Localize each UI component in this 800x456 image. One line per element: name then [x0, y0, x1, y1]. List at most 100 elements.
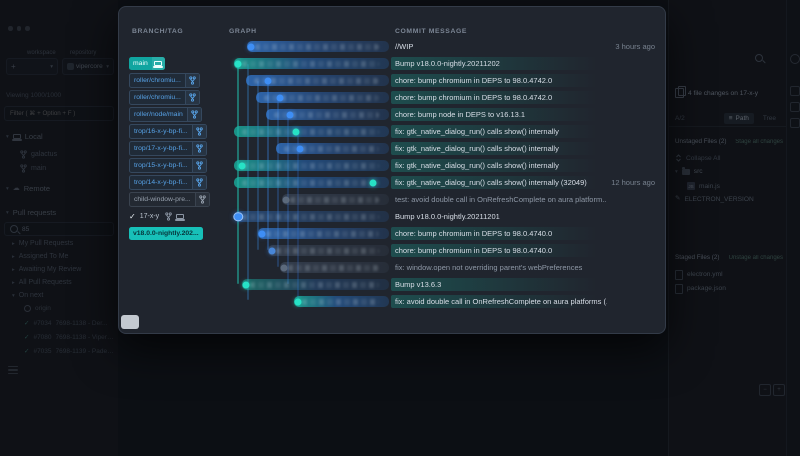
commit-row[interactable]: //WIP 3 hours ago: [119, 38, 665, 55]
commit-message[interactable]: fix: window.open not overriding parent's…: [395, 263, 582, 272]
graph-bar: [234, 160, 389, 171]
graph-bar: [268, 245, 389, 256]
branch-pill-main[interactable]: main: [129, 57, 165, 70]
commit-row[interactable]: trop/16-x-y-bp-fi... fix: gtk_native_dia…: [119, 123, 665, 140]
commit-dot[interactable]: [294, 298, 302, 305]
commit-message[interactable]: Bump v18.0.0-nightly.20211202: [395, 59, 500, 68]
commit-row[interactable]: fix: avoid double call in OnRefreshCompl…: [119, 293, 665, 310]
branch-pill[interactable]: trop/17-x-y-bp-fi...: [129, 141, 207, 156]
commit-row[interactable]: roller/node/main chore: bump node in DEP…: [119, 106, 665, 123]
column-graph: GRAPH: [229, 28, 257, 35]
commit-row[interactable]: fix: window.open not overriding parent's…: [119, 259, 665, 276]
laptop-icon: [175, 213, 186, 221]
graph-bar: [247, 41, 389, 52]
commit-message[interactable]: fix: gtk_native_dialog_run() calls show(…: [395, 161, 559, 170]
branch-icon: [189, 93, 196, 102]
graph-cell: [219, 174, 391, 191]
graph-bar: [280, 262, 389, 273]
commit-message[interactable]: chore: bump chromium in DEPS to 98.0.474…: [395, 76, 552, 85]
commit-time: 12 hours ago: [611, 178, 655, 187]
commit-message[interactable]: chore: bump chromium in DEPS to 98.0.474…: [395, 246, 552, 255]
tag-pill[interactable]: v18.0.0-nightly.202...: [129, 227, 203, 240]
commit-row[interactable]: child-window-pre... test: avoid double c…: [119, 191, 665, 208]
branch-pill[interactable]: roller/chromiu...: [129, 73, 200, 88]
commit-message[interactable]: Bump v13.6.3: [395, 280, 441, 289]
branch-icon: [195, 127, 203, 136]
commit-dot[interactable]: [258, 230, 266, 237]
commit-message[interactable]: chore: bump chromium in DEPS to 98.0.474…: [395, 93, 552, 102]
graph-bar: [276, 143, 389, 154]
graph-cell: [219, 123, 391, 140]
graph-cell: [219, 72, 391, 89]
commit-time: 3 hours ago: [615, 42, 655, 51]
commit-row[interactable]: trop/17-x-y-bp-fi... fix: gtk_native_dia…: [119, 140, 665, 157]
column-branch-tag: BRANCH/TAG: [132, 28, 184, 35]
branch-pill[interactable]: roller/chromiu...: [129, 90, 200, 105]
graph-cell: [219, 106, 391, 123]
commit-dot[interactable]: [276, 94, 284, 101]
laptop-icon: [153, 60, 164, 68]
commit-message[interactable]: chore: bump node in DEPS to v16.13.1: [395, 110, 525, 119]
commit-message[interactable]: fix: gtk_native_dialog_run() calls show(…: [395, 144, 559, 153]
graph-cell: [219, 191, 391, 208]
branch-pill[interactable]: trop/15-x-y-bp-fi...: [129, 158, 207, 173]
commit-message[interactable]: //WIP: [395, 42, 413, 51]
graph-cell: [219, 259, 391, 276]
commit-rows: //WIP 3 hours ago main Bump v18.0.0-nigh…: [119, 38, 665, 310]
graph-bar: [242, 279, 389, 290]
branch-icon: [195, 178, 203, 187]
commit-row[interactable]: roller/chromiu... chore: bump chromium i…: [119, 89, 665, 106]
commit-dot[interactable]: [292, 128, 300, 135]
graph-cell: [219, 225, 391, 242]
graph-bar: [234, 126, 389, 137]
commit-graph-modal: BRANCH/TAG GRAPH COMMIT MESSAGE //WIP 3 …: [118, 6, 666, 334]
commit-message[interactable]: fix: avoid double call in OnRefreshCompl…: [395, 297, 607, 306]
commit-message[interactable]: test: avoid double call in OnRefreshComp…: [395, 195, 607, 204]
check-icon: ✓: [129, 212, 136, 221]
commit-row[interactable]: v18.0.0-nightly.202... chore: bump chrom…: [119, 225, 665, 242]
commit-dot[interactable]: [242, 281, 250, 288]
branch-pill[interactable]: roller/node/main: [129, 107, 202, 122]
commit-row[interactable]: main Bump v18.0.0-nightly.20211202: [119, 55, 665, 72]
graph-cell: [219, 157, 391, 174]
branch-pill[interactable]: child-window-pre...: [129, 192, 210, 207]
graph-cell: [219, 242, 391, 259]
commit-row[interactable]: trop/15-x-y-bp-fi... fix: gtk_native_dia…: [119, 157, 665, 174]
commit-message[interactable]: fix: gtk_native_dialog_run() calls show(…: [395, 127, 559, 136]
user-avatar-card: [121, 315, 139, 329]
graph-cell: [219, 293, 391, 310]
commit-dot[interactable]: [264, 77, 272, 84]
commit-message[interactable]: chore: bump chromium in DEPS to 98.0.474…: [395, 229, 552, 238]
graph-bar: [234, 177, 389, 188]
graph-bar: [294, 296, 389, 307]
commit-dot[interactable]: [296, 145, 304, 152]
branch-icon: [195, 144, 203, 153]
commit-row[interactable]: chore: bump chromium in DEPS to 98.0.474…: [119, 242, 665, 259]
graph-bar: [234, 211, 389, 222]
graph-cell: [219, 38, 391, 55]
commit-message[interactable]: Bump v18.0.0-nightly.20211201: [395, 212, 500, 221]
graph-cell: [219, 55, 391, 72]
branch-icon: [195, 161, 203, 170]
commit-dot[interactable]: [286, 111, 294, 118]
graph-bar: [258, 228, 389, 239]
commit-row[interactable]: ✓ 17-x-y Bump v18.0.0-nightly.20211201: [119, 208, 665, 225]
branch-icon: [165, 212, 172, 221]
branch-icon: [190, 110, 198, 119]
branch-pill[interactable]: trop/14-x-y-bp-fi...: [129, 175, 207, 190]
commit-dot[interactable]: [238, 162, 246, 169]
commit-dot[interactable]: [234, 60, 242, 67]
graph-cell: [219, 208, 391, 225]
checked-out-branch[interactable]: 17-x-y: [140, 213, 159, 220]
commit-dot[interactable]: [233, 211, 243, 222]
branch-pill[interactable]: trop/16-x-y-bp-fi...: [129, 124, 207, 139]
graph-bar: [282, 194, 389, 205]
commit-dot[interactable]: [247, 43, 255, 50]
commit-message[interactable]: fix: gtk_native_dialog_run() calls show(…: [395, 178, 587, 187]
column-commit-message: COMMIT MESSAGE: [395, 28, 468, 35]
commit-dot[interactable]: [369, 179, 377, 186]
graph-bar: [234, 58, 389, 69]
commit-row[interactable]: roller/chromiu... chore: bump chromium i…: [119, 72, 665, 89]
commit-row[interactable]: Bump v13.6.3: [119, 276, 665, 293]
commit-row[interactable]: trop/14-x-y-bp-fi... fix: gtk_native_dia…: [119, 174, 665, 191]
